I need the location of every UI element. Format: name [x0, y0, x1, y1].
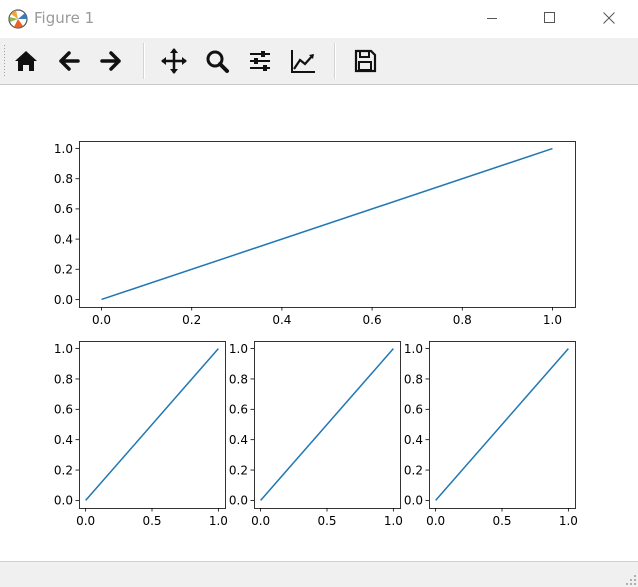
y-tick-label: 0.4 [54, 433, 73, 447]
y-tick-label: 0.6 [229, 403, 248, 417]
maximize-button[interactable] [527, 0, 573, 36]
close-icon [603, 12, 615, 24]
y-tick-label: 0.0 [229, 494, 248, 508]
y-tick-label: 0.8 [54, 172, 73, 186]
x-tick-label: 1.0 [209, 514, 228, 528]
status-bar [0, 561, 638, 587]
line-chart-icon [291, 50, 315, 73]
x-tick-label: 1.0 [559, 514, 578, 528]
toolbar-grip-icon[interactable] [3, 43, 6, 79]
axes-top[interactable]: 0.0 0.2 0.4 0.6 0.8 1.0 0.0 0.2 0.4 0.6 0.8 1.0 [54, 141, 576, 328]
title-bar[interactable]: Figure 1 [0, 0, 638, 38]
navigation-toolbar [0, 38, 638, 85]
maximize-icon [544, 12, 555, 23]
y-tick-label: 0.0 [54, 293, 73, 307]
home-button[interactable] [10, 45, 42, 77]
y-tick-label: 1.0 [54, 142, 73, 156]
save-button[interactable] [349, 45, 381, 77]
y-tick-label: 0.4 [229, 433, 248, 447]
x-tick-label: 1.0 [543, 313, 562, 327]
resize-grip-icon[interactable] [626, 575, 636, 585]
home-icon [15, 51, 37, 71]
series-line [435, 348, 569, 501]
x-tick-label: 0.0 [76, 514, 95, 528]
axes-bottom-right[interactable]: 0.0 0.5 1.0 0.0 0.2 0.4 0.6 0.8 1.0 [404, 341, 578, 529]
toolbar-separator [334, 43, 336, 79]
figure-svg[interactable]: 0.0 0.2 0.4 0.6 0.8 1.00.00.20.40.60.81.00.0 0… [0, 85, 638, 561]
y-tick-label: 1.0 [404, 342, 423, 356]
move-icon [161, 48, 187, 74]
toolbar-separator [143, 43, 145, 79]
floppy-disk-icon [354, 49, 377, 73]
y-tick-label: 0.2 [229, 463, 248, 477]
x-tick-label: 0.6 [363, 313, 382, 327]
y-tick-label: 1.0 [54, 342, 73, 356]
matplotlib-logo-icon [7, 8, 29, 30]
subplots-button[interactable] [244, 45, 276, 77]
y-tick-label: 0.0 [404, 494, 423, 508]
axes-bottom-center[interactable]: 0.0 0.5 1.0 0.0 0.2 0.4 0.6 0.8 1.0 [229, 341, 403, 529]
y-tick-label: 0.2 [404, 463, 423, 477]
pan-button[interactable] [158, 45, 190, 77]
y-tick-label: 0.8 [404, 372, 423, 386]
series-line [101, 147, 553, 301]
y-tick-label: 0.2 [54, 263, 73, 277]
x-tick-label: 0.0 [92, 313, 111, 327]
sliders-icon [250, 51, 270, 71]
close-button[interactable] [586, 0, 632, 36]
y-tick-label: 0.8 [229, 372, 248, 386]
arrow-right-icon [100, 51, 121, 71]
minimize-button[interactable] [468, 0, 514, 36]
y-tick-label: 0.4 [404, 433, 423, 447]
y-tick-label: 0.6 [54, 202, 73, 216]
y-tick-label: 0.0 [54, 494, 73, 508]
back-button[interactable] [53, 45, 85, 77]
zoom-button[interactable] [201, 45, 233, 77]
y-tick-label: 0.8 [54, 372, 73, 386]
x-tick-label: 0.5 [317, 514, 336, 528]
axes-bottom-left[interactable]: 0.0 0.5 1.0 0.0 0.2 0.4 0.6 0.8 1.0 [54, 341, 228, 529]
y-tick-label: 1.0 [229, 342, 248, 356]
x-tick-label: 0.5 [492, 514, 511, 528]
series-line [260, 348, 394, 501]
x-tick-label: 0.8 [453, 313, 472, 327]
x-tick-label: 0.2 [182, 313, 201, 327]
edit-axes-button[interactable] [287, 45, 319, 77]
arrow-left-icon [59, 51, 80, 71]
series-line [85, 348, 219, 501]
minimize-icon [487, 18, 497, 19]
x-tick-label: 0.0 [251, 514, 270, 528]
x-tick-label: 1.0 [384, 514, 403, 528]
x-tick-label: 0.5 [142, 514, 161, 528]
y-tick-label: 0.6 [54, 403, 73, 417]
figure-canvas[interactable]: 0.0 0.2 0.4 0.6 0.8 1.0 0.0 0.2 0.4 0.6 0.8 1.0 0.0 0… [0, 85, 638, 561]
y-tick-label: 0.6 [404, 403, 423, 417]
y-tick-label: 0.4 [54, 232, 73, 246]
x-tick-label: 0.0 [426, 514, 445, 528]
forward-button[interactable] [95, 45, 127, 77]
y-tick-label: 0.2 [54, 463, 73, 477]
window-title: Figure 1 [34, 9, 95, 27]
magnifier-icon [206, 50, 229, 73]
x-tick-label: 0.4 [272, 313, 291, 327]
